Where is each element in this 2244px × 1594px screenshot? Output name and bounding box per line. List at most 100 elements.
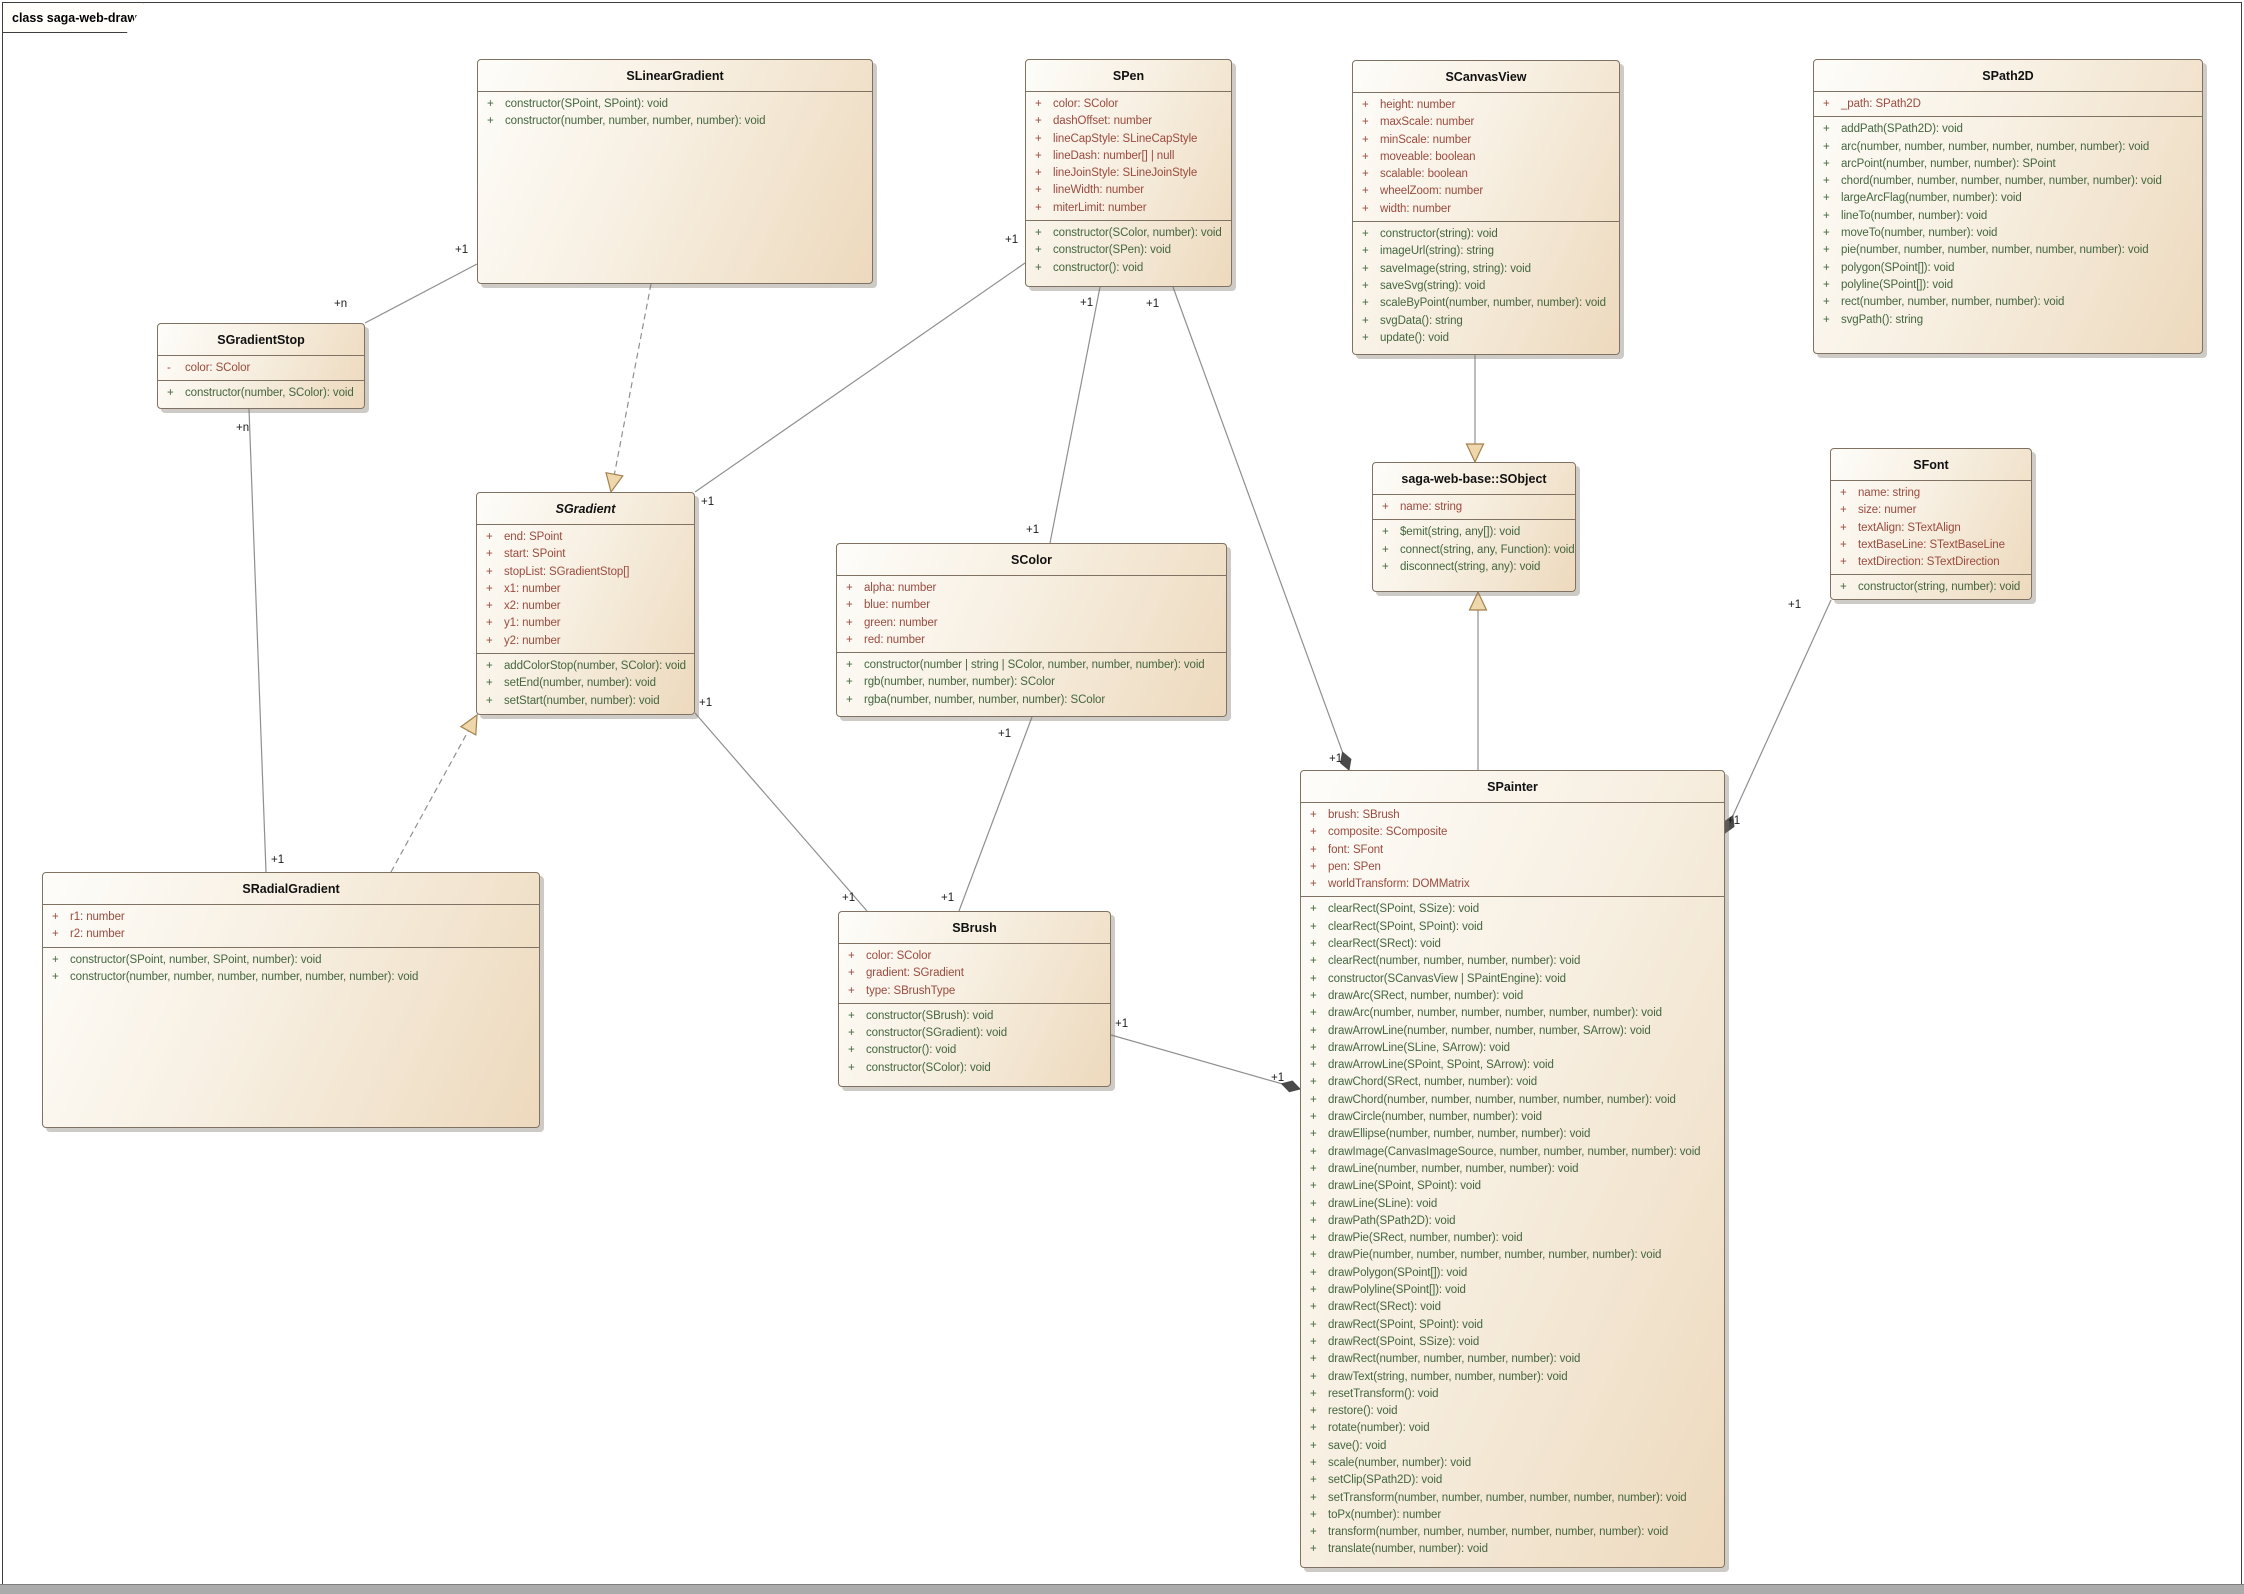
method-row[interactable]: +rgba(number, number, number, number): S… <box>837 692 1226 709</box>
connector-SFont-SPainter[interactable] <box>1725 600 1831 833</box>
method-row[interactable]: +constructor(number | string | SColor, n… <box>837 657 1226 674</box>
attribute-row[interactable]: +red: number <box>837 632 1226 649</box>
connector-SPen-SColor[interactable] <box>1050 287 1100 543</box>
attribute-row[interactable]: +minScale: number <box>1353 132 1619 149</box>
attribute-row[interactable]: +end: SPoint <box>477 529 694 546</box>
attribute-row[interactable]: +lineCapStyle: SLineCapStyle <box>1026 131 1231 148</box>
attribute-row[interactable]: +stopList: SGradientStop[] <box>477 564 694 581</box>
method-row[interactable]: +update(): void <box>1353 330 1619 347</box>
attribute-row[interactable]: +type: SBrushType <box>839 983 1110 1000</box>
attribute-row[interactable]: +x1: number <box>477 581 694 598</box>
method-row[interactable]: +setClip(SPath2D): void <box>1301 1472 1724 1489</box>
method-row[interactable]: +constructor(SCanvasView | SPaintEngine)… <box>1301 971 1724 988</box>
method-row[interactable]: +setEnd(number, number): void <box>477 675 694 692</box>
attribute-row[interactable]: +moveable: boolean <box>1353 149 1619 166</box>
connector-SColor-SBrush[interactable] <box>959 717 1032 911</box>
attribute-row[interactable]: +green: number <box>837 615 1226 632</box>
method-row[interactable]: +constructor(SPoint, SPoint): void <box>478 96 872 113</box>
method-row[interactable]: +svgData(): string <box>1353 313 1619 330</box>
method-row[interactable]: +constructor(number, SColor): void <box>158 385 364 402</box>
method-row[interactable]: +scaleByPoint(number, number, number): v… <box>1353 295 1619 312</box>
method-row[interactable]: +drawChord(SRect, number, number): void <box>1301 1074 1724 1091</box>
attribute-row[interactable]: +maxScale: number <box>1353 114 1619 131</box>
attribute-row[interactable]: +r1: number <box>43 909 539 926</box>
method-row[interactable]: +restore(): void <box>1301 1403 1724 1420</box>
method-row[interactable]: +addPath(SPath2D): void <box>1814 121 2202 138</box>
attribute-row[interactable]: +textDirection: STextDirection <box>1831 554 2031 571</box>
connector-SLinearGradient-SGradient[interactable] <box>611 284 651 492</box>
connector-SGradientStop-SRadialGradient[interactable] <box>249 409 266 872</box>
method-row[interactable]: +arcPoint(number, number, number): SPoin… <box>1814 156 2202 173</box>
method-row[interactable]: +drawCircle(number, number, number): voi… <box>1301 1109 1724 1126</box>
method-row[interactable]: +drawArrowLine(SLine, SArrow): void <box>1301 1040 1724 1057</box>
method-row[interactable]: +constructor(SPen): void <box>1026 242 1231 259</box>
attribute-row[interactable]: +size: numer <box>1831 502 2031 519</box>
method-row[interactable]: +moveTo(number, number): void <box>1814 225 2202 242</box>
method-row[interactable]: +drawRect(SRect): void <box>1301 1299 1724 1316</box>
method-row[interactable]: +drawRect(SPoint, SSize): void <box>1301 1334 1724 1351</box>
method-row[interactable]: +constructor(): void <box>839 1042 1110 1059</box>
class-SObject[interactable]: saga-web-base::SObject+name: string+$emi… <box>1372 462 1576 592</box>
method-row[interactable]: +saveImage(string, string): void <box>1353 261 1619 278</box>
method-row[interactable]: +drawArrowLine(number, number, number, n… <box>1301 1023 1724 1040</box>
method-row[interactable]: +drawImage(CanvasImageSource, number, nu… <box>1301 1144 1724 1161</box>
attribute-row[interactable]: +pen: SPen <box>1301 859 1724 876</box>
method-row[interactable]: +chord(number, number, number, number, n… <box>1814 173 2202 190</box>
method-row[interactable]: +drawArc(SRect, number, number): void <box>1301 988 1724 1005</box>
attribute-row[interactable]: +name: string <box>1373 499 1575 516</box>
attribute-row[interactable]: +alpha: number <box>837 580 1226 597</box>
attribute-row[interactable]: +y2: number <box>477 633 694 650</box>
class-SPath2D[interactable]: SPath2D+_path: SPath2D+addPath(SPath2D):… <box>1813 59 2203 354</box>
method-row[interactable]: +largeArcFlag(number, number): void <box>1814 190 2202 207</box>
method-row[interactable]: +rotate(number): void <box>1301 1420 1724 1437</box>
method-row[interactable]: +clearRect(SRect): void <box>1301 936 1724 953</box>
attribute-row[interactable]: +worldTransform: DOMMatrix <box>1301 876 1724 893</box>
class-SLinearGradient[interactable]: SLinearGradient+constructor(SPoint, SPoi… <box>477 59 873 284</box>
attribute-row[interactable]: +color: SColor <box>1026 96 1231 113</box>
method-row[interactable]: +addColorStop(number, SColor): void <box>477 658 694 675</box>
attribute-row[interactable]: +miterLimit: number <box>1026 200 1231 217</box>
attribute-row[interactable]: +blue: number <box>837 597 1226 614</box>
method-row[interactable]: +drawPie(SRect, number, number): void <box>1301 1230 1724 1247</box>
class-SFont[interactable]: SFont+name: string+size: numer+textAlign… <box>1830 448 2032 600</box>
connector-SGradient-SPen[interactable] <box>695 263 1025 492</box>
attribute-row[interactable]: +start: SPoint <box>477 546 694 563</box>
method-row[interactable]: +drawPie(number, number, number, number,… <box>1301 1247 1724 1264</box>
attribute-row[interactable]: +name: string <box>1831 485 2031 502</box>
method-row[interactable]: +clearRect(SPoint, SSize): void <box>1301 901 1724 918</box>
method-row[interactable]: +drawArrowLine(SPoint, SPoint, SArrow): … <box>1301 1057 1724 1074</box>
method-row[interactable]: +setStart(number, number): void <box>477 693 694 710</box>
method-row[interactable]: +constructor(SGradient): void <box>839 1025 1110 1042</box>
attribute-row[interactable]: +lineDash: number[] | null <box>1026 148 1231 165</box>
method-row[interactable]: +disconnect(string, any): void <box>1373 559 1575 576</box>
attribute-row[interactable]: +x2: number <box>477 598 694 615</box>
attribute-row[interactable]: +textAlign: STextAlign <box>1831 520 2031 537</box>
method-row[interactable]: +connect(string, any, Function): void <box>1373 542 1575 559</box>
method-row[interactable]: +pie(number, number, number, number, num… <box>1814 242 2202 259</box>
method-row[interactable]: +drawArc(number, number, number, number,… <box>1301 1005 1724 1022</box>
connector-SRadialGradient-SGradient[interactable] <box>391 715 477 872</box>
class-SPainter[interactable]: SPainter+brush: SBrush+composite: SCompo… <box>1300 770 1725 1568</box>
attribute-row[interactable]: +scalable: boolean <box>1353 166 1619 183</box>
attribute-row[interactable]: +lineWidth: number <box>1026 182 1231 199</box>
method-row[interactable]: +constructor(SPoint, number, SPoint, num… <box>43 952 539 969</box>
method-row[interactable]: +drawRect(SPoint, SPoint): void <box>1301 1317 1724 1334</box>
method-row[interactable]: +resetTransform(): void <box>1301 1386 1724 1403</box>
attribute-row[interactable]: +height: number <box>1353 97 1619 114</box>
connector-SLinearGradient-SGradientStop[interactable] <box>365 264 477 323</box>
attribute-row[interactable]: +_path: SPath2D <box>1814 96 2202 113</box>
method-row[interactable]: +drawRect(number, number, number, number… <box>1301 1351 1724 1368</box>
method-row[interactable]: +saveSvg(string): void <box>1353 278 1619 295</box>
method-row[interactable]: +$emit(string, any[]): void <box>1373 524 1575 541</box>
attribute-row[interactable]: +wheelZoom: number <box>1353 183 1619 200</box>
attribute-row[interactable]: +color: SColor <box>839 948 1110 965</box>
method-row[interactable]: +drawPolyline(SPoint[]): void <box>1301 1282 1724 1299</box>
method-row[interactable]: +polygon(SPoint[]): void <box>1814 260 2202 277</box>
class-SGradientStop[interactable]: SGradientStop-color: SColor+constructor(… <box>157 323 365 409</box>
method-row[interactable]: +constructor(SColor): void <box>839 1060 1110 1077</box>
method-row[interactable]: +drawEllipse(number, number, number, num… <box>1301 1126 1724 1143</box>
attribute-row[interactable]: +dashOffset: number <box>1026 113 1231 130</box>
attribute-row[interactable]: +font: SFont <box>1301 842 1724 859</box>
method-row[interactable]: +imageUrl(string): string <box>1353 243 1619 260</box>
method-row[interactable]: +transform(number, number, number, numbe… <box>1301 1524 1724 1541</box>
